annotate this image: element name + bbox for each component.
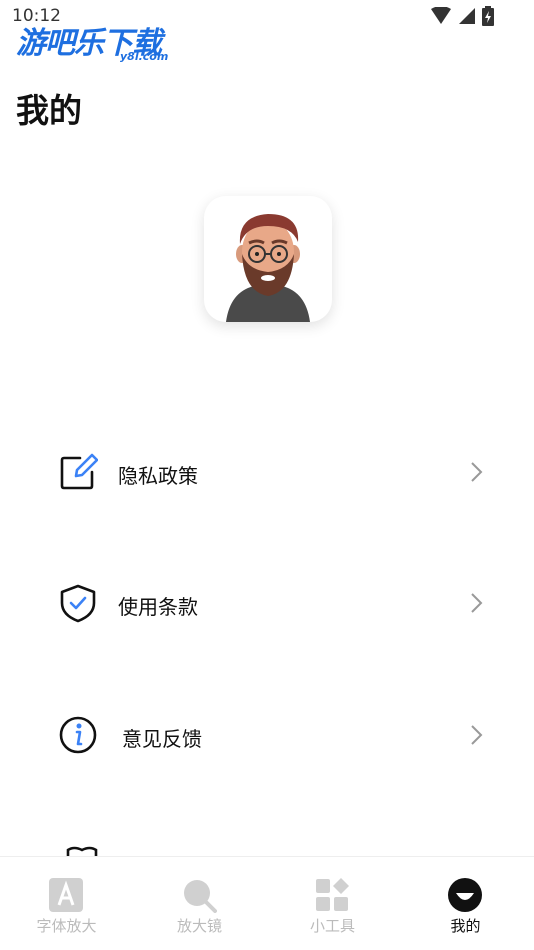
nav-item-tools[interactable]: 小工具 (266, 857, 399, 950)
menu-item-privacy-policy[interactable]: 隐私政策 (56, 442, 496, 502)
watermark-url: y8l.com (120, 50, 169, 63)
edit-icon (60, 453, 98, 490)
wifi-icon (431, 7, 451, 24)
signal-icon (459, 8, 475, 24)
bottom-nav: 字体放大 放大镜 小工具 我的 (0, 856, 534, 950)
chevron-right-icon (471, 593, 483, 613)
info-icon (59, 716, 97, 754)
status-icons (430, 6, 494, 26)
avatar[interactable] (204, 196, 332, 322)
nav-item-profile[interactable]: 我的 (399, 857, 532, 950)
profile-icon (448, 878, 482, 912)
nav-label: 我的 (450, 917, 481, 935)
nav-item-font-zoom[interactable]: 字体放大 (0, 857, 133, 950)
nav-label: 字体放大 (36, 917, 97, 935)
menu-item-label: 隐私政策 (118, 464, 198, 488)
nav-label: 小工具 (309, 917, 355, 935)
menu-item-feedback[interactable]: 意见反馈 (56, 705, 496, 765)
menu-item-terms-of-use[interactable]: 使用条款 (56, 573, 496, 633)
page-title: 我的 (16, 91, 82, 130)
chevron-right-icon (471, 462, 483, 482)
watermark-logo: 游吧乐下载 y8l.com (16, 18, 168, 63)
nav-item-magnifier[interactable]: 放大镜 (133, 857, 266, 950)
menu-item-label: 使用条款 (118, 595, 198, 619)
shield-check-icon (60, 584, 96, 623)
battery-icon (482, 6, 494, 26)
chevron-right-icon (471, 725, 483, 745)
tools-grid-icon (316, 878, 349, 911)
avatar-illustration (226, 214, 310, 322)
menu-item-label: 意见反馈 (122, 727, 202, 751)
magnifier-icon (184, 880, 217, 913)
font-a-icon (49, 878, 83, 912)
nav-label: 放大镜 (176, 917, 222, 935)
